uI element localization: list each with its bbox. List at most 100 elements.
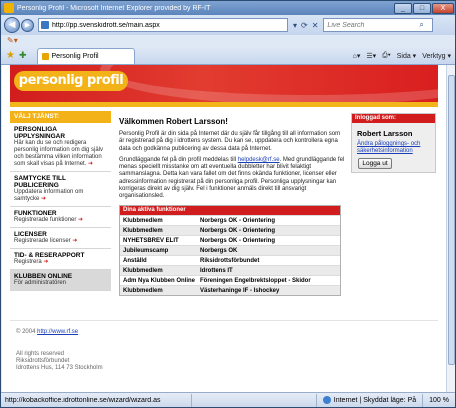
address-bar: ◀ ▶ ▾ ⟳ ✕ ⌕ <box>1 15 455 35</box>
tools-menu[interactable]: Verktyg ▾ <box>422 52 451 60</box>
nav-item-title[interactable]: PERSONLIGA UPPLYSNINGAR <box>14 126 108 140</box>
error-paragraph: Grundläggande fel på din profil meddelas… <box>119 157 345 201</box>
add-favorite-icon[interactable]: ✚ <box>19 50 27 61</box>
table-row: NYHETSBREV ELIT Norbergs OK - Orientering <box>120 234 340 245</box>
nav-item-personliga-upplysningar[interactable]: PERSONLIGA UPPLYSNINGAR Här kan du se oc… <box>10 123 111 172</box>
nav-item-samtycke[interactable]: SAMTYCKE TILL PUBLICERING Uppdatera info… <box>10 172 111 207</box>
vertical-scrollbar[interactable] <box>446 65 455 392</box>
table-row: Anställd Riksidrottsförbundet <box>120 254 340 265</box>
function-role: Jubileumscamp <box>123 247 169 254</box>
nav-item-desc: Uppdatera information om samtycke <box>14 189 84 202</box>
favorites-center-icon[interactable]: ✎▾ <box>7 36 18 45</box>
favorites-star-icon[interactable]: ★ <box>6 50 15 61</box>
feeds-icon[interactable]: ☰▾ <box>366 52 376 60</box>
org-line: Riksidrottsförbundet <box>16 358 70 364</box>
stop-icon[interactable]: ✕ <box>312 21 319 30</box>
nav-item-klubben-online[interactable]: KLUBBEN ONLINE För administratören <box>10 270 111 291</box>
nav-heading: VÄLJ TJÄNST: <box>10 111 111 123</box>
nav-item-title[interactable]: FUNKTIONER <box>14 210 108 217</box>
nav-item-title[interactable]: KLUBBEN ONLINE <box>14 273 108 280</box>
function-org: Västerhaninge IF - Ishockey <box>200 287 280 294</box>
status-url: http://kobackoffice.idrottonline.se/wiza… <box>5 396 161 404</box>
nav-item-desc: Registrera <box>14 259 42 265</box>
search-box[interactable]: ⌕ <box>323 18 434 32</box>
function-org: Norbergs OK - Orientering <box>200 217 276 224</box>
arrow-icon: ➜ <box>43 259 49 265</box>
status-divider <box>191 393 192 407</box>
close-button[interactable]: X <box>432 2 454 14</box>
logout-button[interactable]: Logga ut <box>358 158 392 169</box>
maximize-button[interactable]: □ <box>413 2 431 14</box>
function-role: Klubbmedlem <box>123 227 163 234</box>
banner-stripe <box>10 102 438 107</box>
scrollbar-thumb[interactable] <box>448 75 455 365</box>
function-org: Idrottens IT <box>200 267 233 274</box>
table-row: Klubbmedlem Idrottens IT <box>120 264 340 275</box>
site-logo: personlig profil <box>14 71 128 91</box>
nav-item-title[interactable]: SAMTYCKE TILL PUBLICERING <box>14 175 108 189</box>
nav-item-title[interactable]: TID- & RESERAPPORT <box>14 252 108 259</box>
search-input[interactable] <box>324 21 420 29</box>
minimize-button[interactable]: _ <box>394 2 412 14</box>
table-row: Adm Nya Klubben Online Föreningen Engelbr… <box>120 274 340 285</box>
arrow-icon: ➜ <box>72 238 78 244</box>
table-row: Klubbmedlem Norbergs OK - Orientering <box>120 214 340 225</box>
login-heading: Inloggad som: <box>352 114 435 123</box>
function-role: Klubbmedlem <box>123 217 163 224</box>
banner-swoosh <box>100 65 438 105</box>
forward-arrow-icon[interactable]: ▶ <box>21 18 34 32</box>
function-role: Klubbmedlem <box>123 287 163 294</box>
user-name: Robert Larsson <box>357 129 413 138</box>
nav-item-title[interactable]: LICENSER <box>14 231 108 238</box>
tab-personlig-profil[interactable]: Personlig Profil <box>36 47 135 64</box>
function-role: Anställd <box>123 257 147 264</box>
nav-item-desc: Registrerade funktioner <box>14 217 77 223</box>
back-arrow-icon[interactable]: ◀ <box>4 17 20 33</box>
error-text-post: . Med grundläggande fel menas speciellt … <box>119 156 345 200</box>
function-org: Norbergs OK - Orientering <box>200 237 276 244</box>
rights-line: All rights reserved <box>16 351 65 357</box>
nav-item-licenser[interactable]: LICENSER Registrerade licenser ➜ <box>10 228 111 249</box>
browser-window: Personlig Profil - Microsoft Internet Ex… <box>0 0 456 408</box>
links-bar: ✎▾ <box>1 35 455 47</box>
active-functions-table: Dina aktiva funktioner Klubbmedlem Norber… <box>119 204 341 296</box>
function-org: Norbergs OK - Orientering <box>200 227 276 234</box>
site-banner: personlig profil <box>10 65 438 107</box>
url-input[interactable] <box>52 21 282 29</box>
page-viewport: personlig profil VÄLJ TJÄNST: PERSONLIGA… <box>2 65 446 392</box>
arrow-icon: ➜ <box>41 196 47 202</box>
zoom-control[interactable]: 100 % <box>422 393 455 407</box>
function-role: NYHETSBREV ELIT <box>123 237 179 244</box>
url-box[interactable] <box>38 18 288 32</box>
error-text-pre: Grundläggande fel på din profil meddelas… <box>119 156 238 163</box>
app-icon <box>4 3 14 13</box>
tab-page-icon <box>41 52 49 60</box>
table-row: Klubbmedlem Västerhaninge IF - Ishockey <box>120 284 340 295</box>
title-bar[interactable]: Personlig Profil - Microsoft Internet Ex… <box>1 1 455 15</box>
table-row: Klubbmedlem Norbergs OK - Orientering <box>120 224 340 235</box>
globe-icon <box>322 396 331 404</box>
tab-bar: ★ ✚ Personlig Profil ⌂▾ ☰▾ ⎙▾ Sida ▾ Ver… <box>1 47 455 65</box>
footer-address: All rights reserved Riksidrottsförbundet… <box>16 351 103 372</box>
search-icon[interactable]: ⌕ <box>419 20 423 30</box>
functions-heading: Dina aktiva funktioner <box>120 205 340 215</box>
security-settings-link[interactable]: Ändra påloggnings- och säkerhetsinformat… <box>352 141 435 154</box>
rf-link[interactable]: http://www.rf.se <box>37 329 78 335</box>
page-footer: © 2004 http://www.rf.se All rights reser… <box>10 320 438 392</box>
helpdesk-link[interactable]: helpdesk@rf.se <box>238 157 280 163</box>
table-row: Jubileumscamp Norbergs OK <box>120 244 340 255</box>
page-icon <box>41 21 49 29</box>
security-zone[interactable]: Internet | Skyddat läge: På <box>315 393 422 407</box>
nav-item-desc: Registrerade licenser <box>14 238 71 244</box>
print-icon[interactable]: ⎙▾ <box>382 52 391 60</box>
nav-item-funktioner[interactable]: FUNKTIONER Registrerade funktioner ➜ <box>10 207 111 228</box>
page-menu[interactable]: Sida ▾ <box>397 52 416 60</box>
home-icon[interactable]: ⌂▾ <box>353 52 361 60</box>
dropdown-icon[interactable]: ▾ <box>293 21 297 30</box>
window-title: Personlig Profil - Microsoft Internet Ex… <box>17 4 211 12</box>
refresh-icon[interactable]: ⟳ <box>301 21 308 30</box>
nav-item-tid-reserapport[interactable]: TID- & RESERAPPORT Registrera ➜ <box>10 249 111 270</box>
web-page: personlig profil VÄLJ TJÄNST: PERSONLIGA… <box>10 65 438 392</box>
function-org: Riksidrottsförbundet <box>200 257 260 264</box>
function-org: Norbergs OK <box>200 247 238 254</box>
